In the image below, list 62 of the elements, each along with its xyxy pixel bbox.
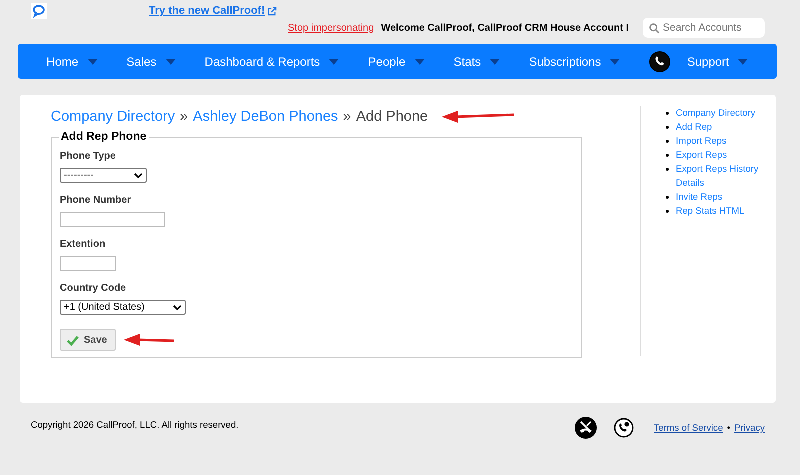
nav-menu-item[interactable]: Support — [687, 50, 748, 72]
breadcrumb-link[interactable]: Company Directory — [51, 109, 176, 125]
phone-icon[interactable] — [649, 50, 672, 72]
caret-icon — [329, 58, 340, 64]
bullet-icon — [666, 196, 669, 198]
input-field[interactable] — [60, 256, 116, 271]
annotation-arrow-icon — [442, 110, 514, 124]
caret-icon — [738, 58, 748, 64]
copyright-text: Copyright 2026 CallProof, LLC. All rights reserved. — [31, 420, 239, 430]
caret-icon — [490, 58, 500, 64]
sidebar-link[interactable]: Company Directory — [676, 106, 756, 120]
field-label: Extention — [60, 239, 107, 250]
bullet-icon — [666, 154, 669, 156]
bullet-icon — [666, 126, 669, 128]
promo-link[interactable]: Try the new CallProof! — [149, 5, 278, 17]
welcome-text: Welcome CallProof, CallProof CRM House Account I — [381, 22, 629, 34]
sidebar-link[interactable]: Rep Stats HTML — [676, 204, 745, 218]
sidebar-link[interactable]: Add Rep — [676, 120, 712, 134]
stop-impersonating-link[interactable]: Stop impersonating — [288, 22, 374, 34]
chevron-icon — [134, 172, 143, 178]
search-field[interactable]: Search Accounts — [643, 18, 765, 38]
sidebar-link[interactable]: Invite Reps — [676, 190, 723, 204]
breadcrumb-separator: » — [343, 109, 352, 125]
footer-link[interactable]: Privacy — [734, 423, 765, 433]
fieldset-legend: Add Rep Phone — [59, 131, 149, 143]
sidebar-link[interactable]: Export Reps — [676, 148, 728, 162]
bullet-icon — [666, 112, 669, 114]
save-button[interactable]: Save — [60, 329, 116, 351]
logo-icon[interactable] — [31, 3, 47, 19]
field-label: Country Code — [60, 283, 128, 294]
bullet-icon — [666, 140, 669, 142]
footer-link[interactable]: Terms of Service — [654, 423, 724, 433]
dropdown[interactable]: --------- — [60, 168, 147, 183]
nav-menu-item[interactable]: Subscriptions — [529, 50, 620, 72]
phone-icon[interactable] — [614, 418, 634, 438]
chevron-icon — [173, 304, 182, 310]
nav-menu-item[interactable]: Stats — [454, 50, 500, 72]
caret-icon — [414, 58, 425, 64]
checkmark-icon — [67, 336, 79, 346]
breadcrumb-link[interactable]: Ashley DeBon Phones — [193, 109, 338, 125]
link-separator: • — [727, 423, 731, 433]
external-link-icon — [268, 6, 278, 16]
caret-icon — [88, 58, 98, 64]
breadcrumb-current: Add Phone — [356, 109, 428, 125]
bullet-icon — [666, 168, 669, 170]
caret-icon — [166, 58, 176, 64]
nav-menu-item[interactable]: Dashboard & Reports — [204, 50, 340, 72]
field-label: Phone Type — [60, 151, 117, 162]
phone-off-icon[interactable] — [575, 417, 598, 439]
annotation-arrow-icon — [124, 333, 174, 347]
field-label: Phone Number — [60, 195, 132, 206]
nav-menu-item[interactable]: Home — [46, 50, 98, 72]
nav-menu-item[interactable]: Sales — [126, 50, 176, 72]
breadcrumb-separator: » — [180, 109, 188, 125]
dropdown[interactable]: +1 (United States) — [60, 300, 186, 315]
bullet-icon — [666, 210, 669, 212]
nav-menu-item[interactable]: People — [368, 50, 425, 72]
input-field[interactable] — [60, 212, 165, 227]
sidebar-link[interactable]: Export Reps History Details — [676, 162, 776, 190]
caret-icon — [610, 58, 620, 64]
search-icon — [649, 23, 660, 34]
sidebar-link[interactable]: Import Reps — [676, 134, 727, 148]
